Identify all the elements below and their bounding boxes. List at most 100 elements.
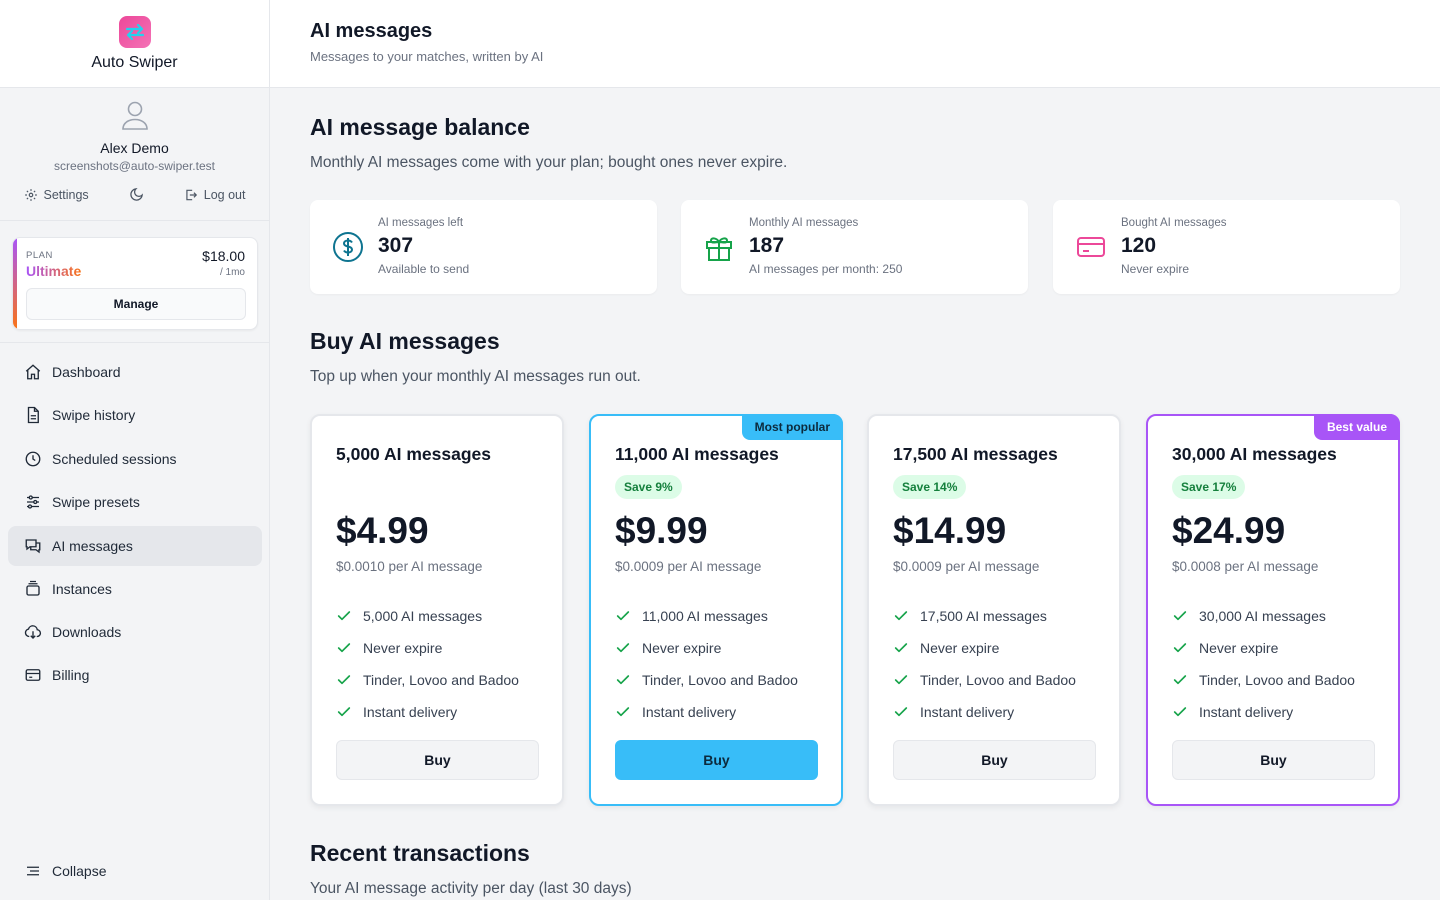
check-icon (616, 675, 630, 685)
theme-toggle[interactable] (129, 187, 144, 202)
manage-plan-button[interactable]: Manage (26, 288, 246, 320)
plan-label: PLAN (26, 250, 53, 261)
stat-label: AI messages left (378, 217, 464, 229)
buy-subtitle: Top up when your monthly AI messages run… (310, 368, 641, 385)
user-email: screenshots@auto-swiper.test (54, 159, 215, 173)
check-icon (337, 643, 351, 653)
stat-card-monthly: Monthly AI messages 187 AI messages per … (681, 200, 1028, 294)
package-ribbon: Best value (1313, 414, 1400, 440)
sidebar-item-swipe-presets[interactable]: Swipe presets (8, 482, 262, 522)
package-title: 5,000 AI messages (336, 444, 492, 464)
gift-icon (706, 237, 732, 261)
package-card: Best value 30,000 AI messages Save 17% $24.… (1146, 414, 1400, 806)
feature-label: Never expire (642, 640, 722, 656)
credit-card-icon (25, 669, 41, 681)
buy-title: Buy AI messages (310, 328, 500, 354)
chat-icon (25, 539, 41, 554)
save-badge: Save 17% (1172, 475, 1246, 499)
page-subtitle: Messages to your matches, written by AI (310, 49, 544, 64)
check-icon (894, 611, 908, 621)
buy-button[interactable]: Buy (336, 740, 539, 780)
feature-label: Instant delivery (642, 704, 737, 720)
feature-label: 11,000 AI messages (642, 608, 768, 624)
package-unit-price: $0.0010 per AI message (336, 559, 483, 574)
stat-note: AI messages per month: 250 (749, 262, 903, 276)
gear-icon (24, 188, 37, 201)
feature-item: Never expire (893, 632, 1076, 664)
feature-item: 11,000 AI messages (615, 600, 798, 632)
sidebar-item-swipe-history[interactable]: Swipe history (8, 395, 262, 435)
package-title: 17,500 AI messages (893, 444, 1058, 464)
sidebar-item-label: Scheduled sessions (52, 451, 177, 467)
check-icon (1173, 611, 1187, 621)
sidebar-item-label: Swipe presets (52, 494, 140, 510)
feature-item: Tinder, Lovoo and Badoo (615, 664, 798, 696)
feature-item: Never expire (336, 632, 519, 664)
home-icon (25, 364, 41, 380)
package-title: 11,000 AI messages (615, 444, 779, 464)
page-header: AI messages Messages to your matches, wr… (270, 0, 1440, 88)
check-icon (616, 643, 630, 653)
sidebar-item-scheduled-sessions[interactable]: Scheduled sessions (8, 439, 262, 479)
package-card: 17,500 AI messages Save 14% $14.99 $0.0009 … (867, 414, 1121, 806)
package-unit-price: $0.0008 per AI message (1172, 559, 1319, 574)
feature-item: Instant delivery (1172, 696, 1355, 728)
feature-list: 5,000 AI messages Never expire Tinder, Lov… (336, 600, 519, 728)
sidebar-item-downloads[interactable]: Downloads (8, 612, 262, 652)
plan-accent (13, 238, 17, 329)
feature-label: 17,500 AI messages (920, 608, 1047, 624)
document-icon (27, 406, 39, 424)
logout-label: Log out (203, 187, 246, 202)
settings-button[interactable]: Settings (24, 187, 89, 202)
balance-subtitle: Monthly AI messages come with your plan;… (310, 154, 788, 171)
feature-item: Instant delivery (336, 696, 519, 728)
check-icon (616, 707, 630, 717)
sidebar-item-billing[interactable]: Billing (8, 655, 262, 695)
logout-button[interactable]: Log out (184, 187, 246, 202)
brand[interactable]: Auto Swiper (0, 0, 269, 88)
save-badge: Save 9% (615, 475, 682, 499)
feature-label: Never expire (363, 640, 443, 656)
feature-item: Tinder, Lovoo and Badoo (1172, 664, 1355, 696)
feature-label: 30,000 AI messages (1199, 608, 1326, 624)
buy-button[interactable]: Buy (893, 740, 1096, 780)
divider (0, 342, 270, 343)
feature-item: 5,000 AI messages (336, 600, 519, 632)
user-name: Alex Demo (100, 140, 169, 156)
stat-label: Bought AI messages (1121, 217, 1227, 229)
stat-value: 187 (749, 234, 785, 257)
package-title: 30,000 AI messages (1172, 444, 1337, 464)
collapse-button[interactable]: Collapse (8, 851, 262, 891)
package-unit-price: $0.0009 per AI message (615, 559, 762, 574)
feature-item: Instant delivery (615, 696, 798, 728)
sidebar-item-ai-messages[interactable]: AI messages (8, 526, 262, 566)
plan-card: PLAN Ultimate $18.00 / 1mo Manage (12, 237, 258, 330)
package-price: $9.99 (615, 510, 708, 551)
feature-label: 5,000 AI messages (363, 608, 483, 624)
buy-button[interactable]: Buy (615, 740, 818, 780)
moon-icon (130, 188, 143, 201)
buy-button[interactable]: Buy (1172, 740, 1375, 780)
feature-label: Instant delivery (1199, 704, 1294, 720)
sidebar-item-label: Downloads (52, 624, 122, 640)
stat-value: 307 (378, 234, 414, 257)
sidebar-item-instances[interactable]: Instances (8, 569, 262, 609)
cloud-download-icon (24, 625, 42, 639)
sidebar-item-label: Dashboard (52, 364, 121, 380)
feature-label: Instant delivery (363, 704, 458, 720)
stat-label: Monthly AI messages (749, 217, 859, 229)
feature-list: 17,500 AI messages Never expire Tinder, Lo… (893, 600, 1076, 728)
check-icon (1173, 643, 1187, 653)
check-icon (337, 707, 351, 717)
feature-list: 30,000 AI messages Never expire Tinder, Lo… (1172, 600, 1355, 728)
user-panel: Alex Demo screenshots@auto-swiper.test S… (0, 88, 270, 221)
feature-label: Instant delivery (920, 704, 1015, 720)
feature-label: Never expire (920, 640, 1000, 656)
check-icon (894, 643, 908, 653)
package-unit-price: $0.0009 per AI message (893, 559, 1040, 574)
feature-label: Never expire (1199, 640, 1279, 656)
credit-card-icon (1077, 237, 1105, 257)
feature-item: Tinder, Lovoo and Badoo (336, 664, 519, 696)
sidebar-item-dashboard[interactable]: Dashboard (8, 352, 262, 392)
package-card: Most popular 11,000 AI messages Save 9% $9.… (589, 414, 843, 806)
